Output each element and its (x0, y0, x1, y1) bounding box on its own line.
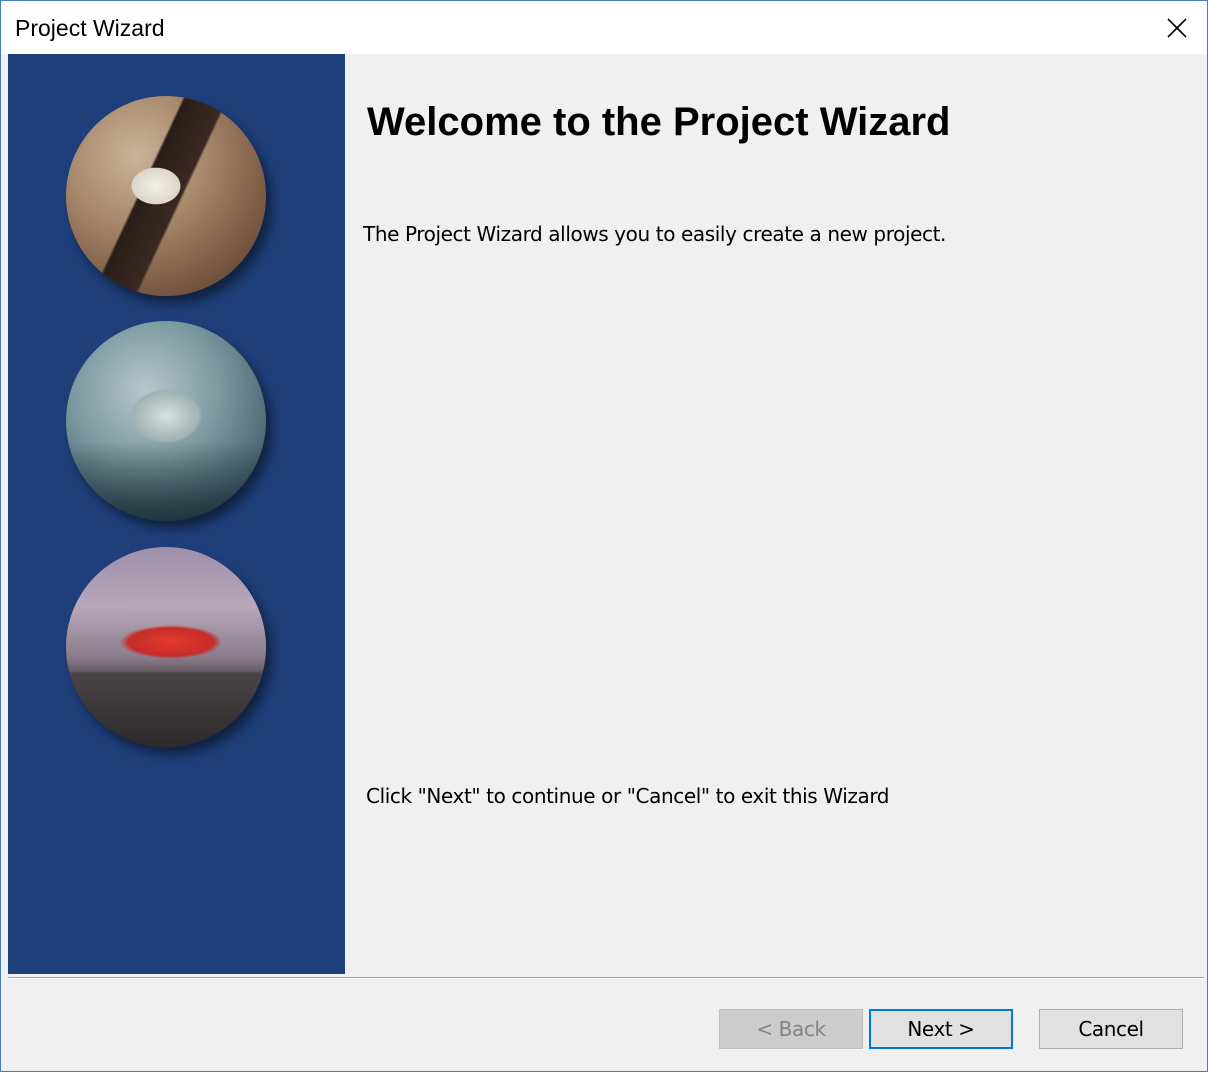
project-wizard-window: Project Wizard Welcome to the Project Wi… (0, 0, 1208, 1072)
close-button[interactable] (1153, 7, 1201, 49)
page-title: Welcome to the Project Wizard (367, 100, 951, 144)
description-text: The Project Wizard allows you to easily … (363, 222, 947, 246)
back-button[interactable]: < Back (719, 1009, 863, 1049)
fishing-boat-image (66, 321, 266, 521)
red-car-image (66, 547, 266, 747)
wizard-content: Welcome to the Project Wizard The Projec… (345, 54, 1207, 974)
window-title: Project Wizard (15, 15, 165, 41)
close-icon (1167, 18, 1187, 38)
stone-texture-image (66, 96, 266, 296)
instruction-text: Click "Next" to continue or "Cancel" to … (366, 784, 890, 808)
wizard-side-panel (8, 54, 345, 974)
title-bar[interactable]: Project Wizard (1, 1, 1207, 54)
footer-separator (8, 977, 1204, 979)
next-button[interactable]: Next > (869, 1009, 1013, 1049)
cancel-button[interactable]: Cancel (1039, 1009, 1183, 1049)
